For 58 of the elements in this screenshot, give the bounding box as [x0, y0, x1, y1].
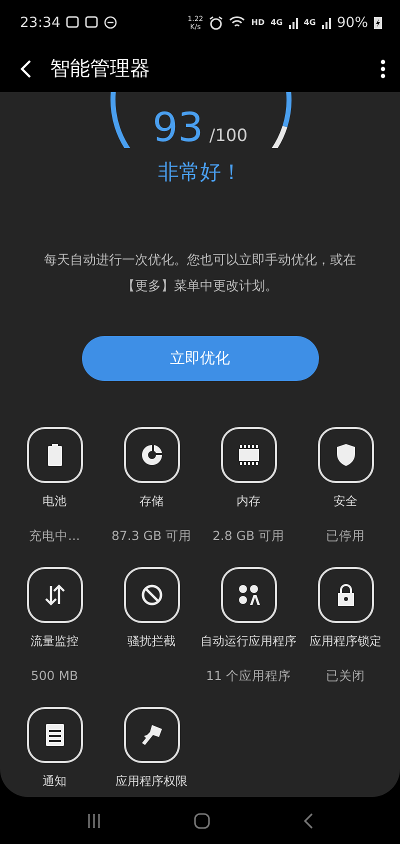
pie-chart-icon [140, 444, 162, 466]
optimize-button[interactable]: 立即优化 [82, 336, 318, 381]
tool-button[interactable] [26, 567, 82, 623]
recent-apps-icon[interactable] [86, 814, 101, 828]
description-text: 每天自动进行一次优化。您也可以立即手动优化，或在【更多】菜单中更改计划。 [43, 252, 357, 296]
shield-icon [336, 444, 354, 466]
score-value: 93 [152, 104, 204, 152]
tool-label: 应用程序锁定 [310, 633, 382, 650]
message-icon [66, 16, 80, 29]
tool-label: 安全 [334, 493, 358, 510]
home-icon[interactable] [194, 812, 210, 828]
tool-button[interactable] [220, 427, 276, 483]
tool-button[interactable] [220, 567, 276, 623]
tool-button[interactable] [318, 427, 374, 483]
tool-status: 11 个应用程序 [206, 668, 291, 685]
lock-icon [336, 584, 354, 606]
tool-label: 应用程序权限 [116, 773, 188, 790]
score-rating: 非常好！ [158, 159, 242, 186]
more-options-icon[interactable] [380, 58, 386, 78]
signal-icon [288, 16, 298, 28]
apps-icon [238, 584, 260, 606]
up-down-arrows-icon [44, 584, 66, 606]
notification-icon [46, 724, 64, 746]
tool-label: 电池 [42, 493, 66, 510]
tool-button[interactable] [26, 427, 82, 483]
signal-icon [322, 16, 331, 28]
message-icon [85, 16, 98, 29]
tool-button[interactable] [26, 707, 82, 763]
page-title: 智能管理器 [50, 55, 151, 82]
battery-percent: 90% [336, 14, 368, 30]
tool-button[interactable] [124, 707, 180, 763]
score-max: /100 [209, 126, 248, 146]
tool-button[interactable] [124, 427, 180, 483]
tool-label: 自动运行应用程序 [200, 633, 296, 650]
tool-status: 已关闭 [326, 668, 365, 685]
clock-time: 23:34 [20, 14, 60, 30]
battery-icon [48, 444, 62, 466]
tool-status: 已停用 [326, 528, 365, 545]
tool-button[interactable] [318, 567, 374, 623]
network-type: 4G [304, 18, 316, 27]
tool-status: 500 MB [30, 668, 78, 683]
tool-label: 骚扰拦截 [128, 633, 176, 650]
tool-label: 通知 [42, 773, 66, 790]
do-not-disturb-icon [104, 16, 118, 29]
wifi-icon [229, 16, 246, 29]
hd-label: HD [251, 18, 265, 27]
tool-label: 流量监控 [30, 633, 78, 650]
tool-button[interactable] [124, 567, 180, 623]
tool-label: 内存 [236, 493, 260, 510]
block-icon [140, 584, 162, 606]
tool-status: 2.8 GB 可用 [212, 528, 285, 545]
battery-charging-icon [374, 16, 382, 29]
tool-status: 87.3 GB 可用 [111, 528, 192, 545]
alarm-icon [209, 16, 224, 30]
chip-icon [238, 445, 260, 465]
tool-label: 存储 [140, 493, 164, 510]
network-type: 4G [270, 18, 283, 27]
tool-status: 充电中... [29, 528, 80, 545]
